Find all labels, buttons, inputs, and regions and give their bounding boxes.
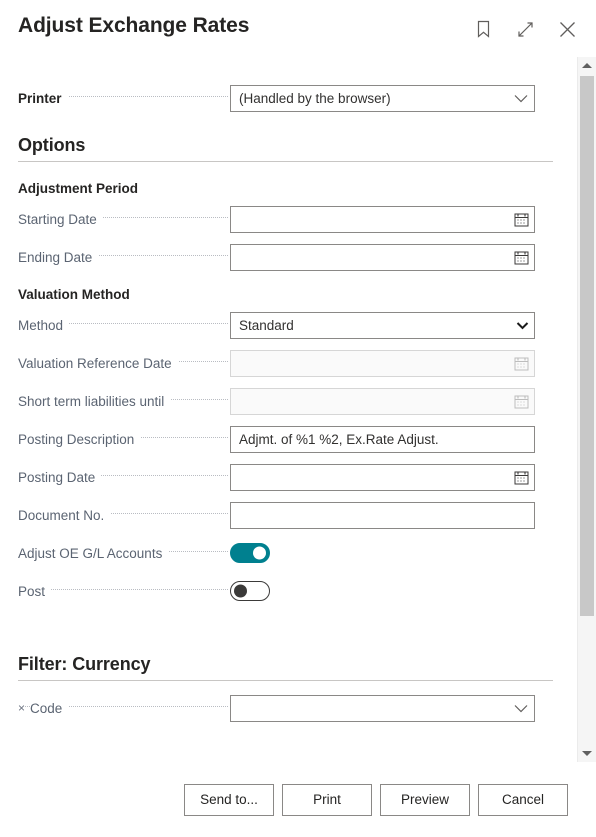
calendar-icon[interactable] — [508, 212, 534, 227]
toggle-knob — [253, 546, 266, 560]
posting-date-input[interactable] — [231, 463, 508, 491]
filter-code-field[interactable] — [230, 694, 535, 722]
dialog-footer: Send to... Print Preview Cancel — [0, 762, 596, 837]
expand-icon[interactable] — [512, 16, 538, 42]
filter-section-header: Filter: Currency — [0, 654, 577, 681]
method-label: Method — [0, 317, 230, 333]
posting-date-field[interactable] — [230, 463, 535, 491]
short-term-liabilities-label: Short term liabilities until — [0, 393, 230, 409]
short-term-liabilities-row: Short term liabilities until — [0, 382, 577, 420]
starting-date-label: Starting Date — [0, 211, 230, 227]
posting-description-row: Posting Description — [0, 420, 577, 458]
chevron-down-icon[interactable] — [510, 321, 534, 330]
calendar-icon — [508, 356, 534, 371]
short-term-liabilities-field — [230, 387, 535, 415]
adjust-oe-gl-accounts-row: Adjust OE G/L Accounts — [0, 534, 577, 572]
method-select[interactable]: Standard — [230, 311, 535, 339]
cancel-button[interactable]: Cancel — [478, 783, 568, 816]
document-no-row: Document No. — [0, 496, 577, 534]
ending-date-label: Ending Date — [0, 249, 230, 265]
scroll-up-arrow-icon[interactable] — [578, 57, 596, 74]
dialog-title-bar: Adjust Exchange Rates — [0, 0, 596, 57]
filter-code-row: × Code — [0, 689, 577, 727]
options-heading: Options — [18, 135, 553, 162]
adjust-oe-gl-accounts-label: Adjust OE G/L Accounts — [0, 545, 230, 561]
printer-row: Printer (Handled by the browser) — [0, 79, 577, 117]
starting-date-input[interactable] — [231, 205, 508, 233]
method-row: Method Standard — [0, 306, 577, 344]
bookmark-icon[interactable] — [470, 16, 496, 42]
page-title: Adjust Exchange Rates — [18, 14, 250, 37]
posting-date-label: Posting Date — [0, 469, 230, 485]
posting-description-label: Posting Description — [0, 431, 230, 447]
posting-description-field[interactable] — [230, 425, 535, 453]
post-toggle[interactable] — [230, 581, 270, 601]
send-to-button[interactable]: Send to... — [184, 783, 274, 816]
print-button[interactable]: Print — [282, 783, 372, 816]
calendar-icon[interactable] — [508, 250, 534, 265]
adjust-oe-gl-accounts-toggle[interactable] — [230, 543, 270, 563]
document-no-label: Document No. — [0, 507, 230, 523]
starting-date-field[interactable] — [230, 205, 535, 233]
toggle-knob — [234, 584, 247, 598]
starting-date-row: Starting Date — [0, 200, 577, 238]
chevron-down-icon[interactable] — [508, 704, 534, 713]
filter-heading: Filter: Currency — [18, 654, 553, 681]
post-row: Post — [0, 572, 577, 610]
adjustment-period-group-title: Adjustment Period — [18, 181, 139, 196]
post-label: Post — [0, 583, 230, 599]
chevron-down-icon[interactable] — [508, 94, 534, 103]
title-bar-actions — [470, 16, 580, 42]
method-value: Standard — [239, 317, 294, 333]
vertical-scrollbar[interactable] — [577, 57, 596, 762]
valuation-method-group-title: Valuation Method — [18, 287, 130, 302]
scrollbar-thumb[interactable] — [580, 76, 594, 616]
printer-label: Printer — [0, 90, 230, 106]
valuation-reference-date-label: Valuation Reference Date — [0, 355, 230, 371]
ending-date-row: Ending Date — [0, 238, 577, 276]
valuation-reference-date-row: Valuation Reference Date — [0, 344, 577, 382]
calendar-icon — [508, 394, 534, 409]
printer-value: (Handled by the browser) — [239, 90, 391, 106]
close-icon[interactable] — [554, 16, 580, 42]
valuation-reference-date-field — [230, 349, 535, 377]
posting-description-input[interactable] — [231, 425, 534, 453]
ending-date-field[interactable] — [230, 243, 535, 271]
remove-filter-icon[interactable]: × — [18, 702, 26, 714]
dialog-content: Printer (Handled by the browser) Options… — [0, 57, 577, 762]
posting-date-row: Posting Date — [0, 458, 577, 496]
ending-date-input[interactable] — [231, 243, 508, 271]
document-no-field[interactable] — [230, 501, 535, 529]
calendar-icon[interactable] — [508, 470, 534, 485]
scroll-down-arrow-icon[interactable] — [578, 745, 596, 762]
document-no-input[interactable] — [231, 501, 534, 529]
printer-select[interactable]: (Handled by the browser) — [230, 84, 535, 112]
preview-button[interactable]: Preview — [380, 783, 470, 816]
filter-code-label: × Code — [0, 700, 230, 716]
options-section-header: Options — [0, 135, 577, 162]
